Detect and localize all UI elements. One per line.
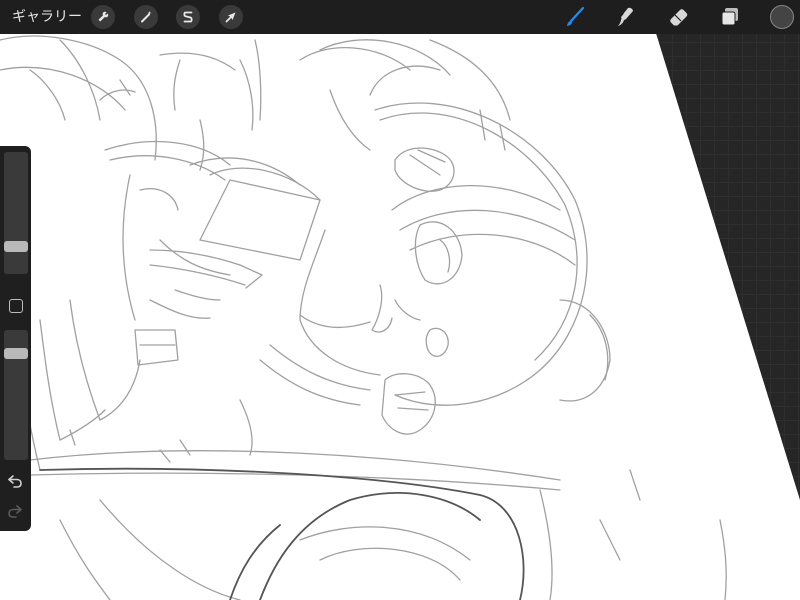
redo-icon xyxy=(8,505,22,518)
selection-button[interactable] xyxy=(176,5,200,29)
layers-icon xyxy=(721,8,738,26)
layers-tool[interactable] xyxy=(717,4,743,30)
redo-button[interactable] xyxy=(5,502,25,520)
transform-button[interactable] xyxy=(219,5,243,29)
left-sidebar xyxy=(0,146,31,531)
actions-button[interactable] xyxy=(91,5,115,29)
eraser-icon xyxy=(670,9,688,26)
gallery-button[interactable]: ギャラリー xyxy=(12,7,82,27)
arrow-cursor-icon xyxy=(225,12,236,23)
canvas-page xyxy=(0,30,800,600)
undo-icon xyxy=(8,475,22,488)
brush-icon xyxy=(567,6,585,26)
color-swatch-button[interactable] xyxy=(770,5,794,29)
smudge-icon xyxy=(618,7,633,26)
undo-button[interactable] xyxy=(5,472,25,490)
selection-icon xyxy=(183,11,193,23)
opacity-thumb[interactable] xyxy=(4,347,28,359)
brush-size-slider[interactable] xyxy=(4,152,28,274)
adjustments-button[interactable] xyxy=(134,5,158,29)
smudge-tool[interactable] xyxy=(613,4,639,30)
wrench-icon xyxy=(98,11,109,22)
modify-button[interactable] xyxy=(9,299,23,313)
procreate-app: ギャラリー xyxy=(0,0,800,600)
drawing-canvas[interactable] xyxy=(0,0,800,600)
eraser-tool[interactable] xyxy=(666,4,692,30)
brush-size-thumb[interactable] xyxy=(4,240,28,252)
top-toolbar: ギャラリー xyxy=(0,0,800,34)
brush-tool[interactable] xyxy=(562,4,588,30)
magic-wand-icon xyxy=(141,11,152,23)
